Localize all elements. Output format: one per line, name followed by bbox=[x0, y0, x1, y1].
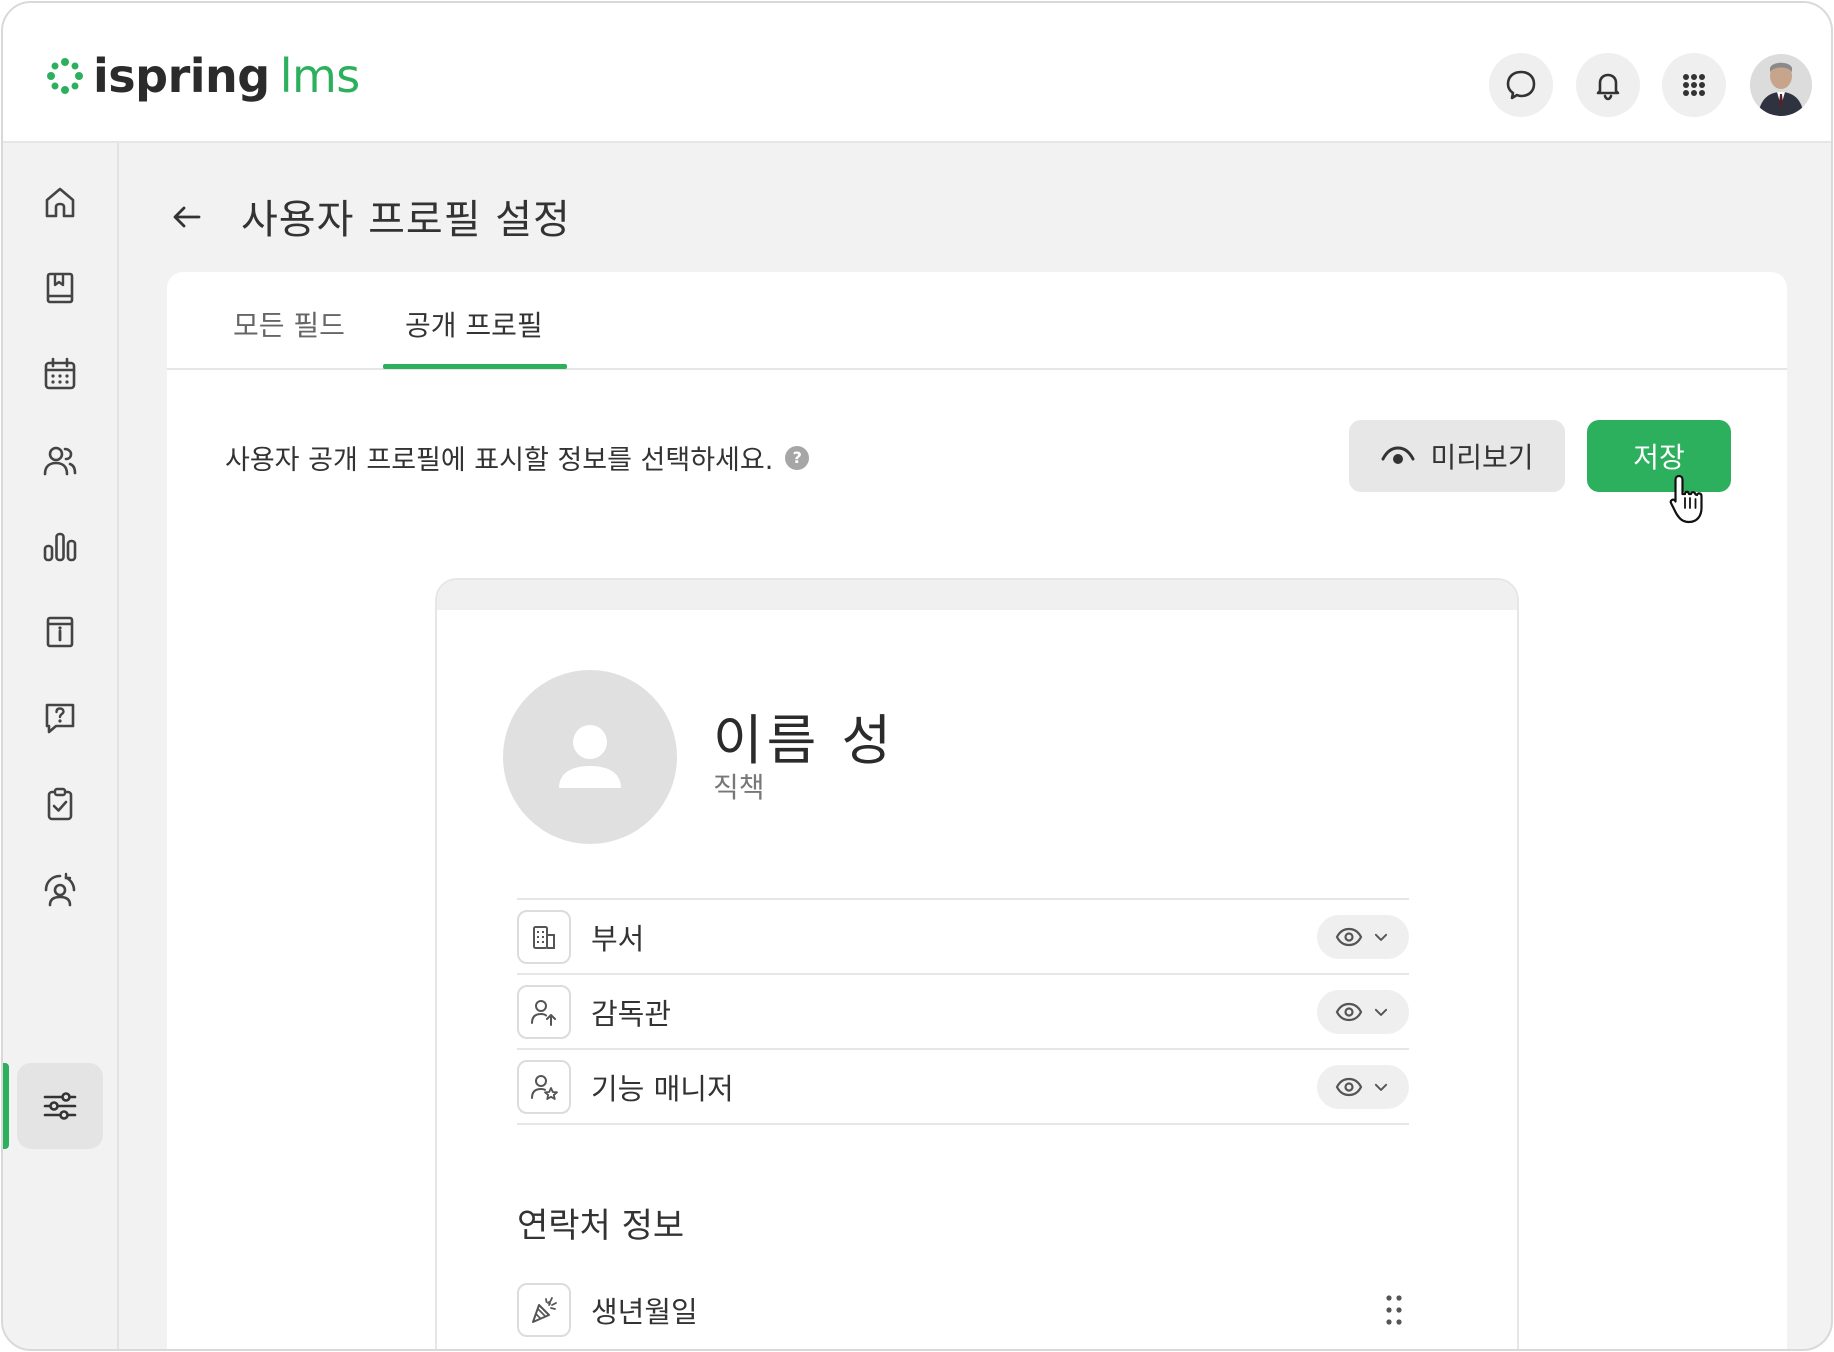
field-icon-box bbox=[517, 1283, 571, 1337]
active-indicator bbox=[3, 1063, 9, 1149]
field-row-birthday[interactable]: 생년월일 bbox=[517, 1282, 1409, 1338]
tab-all-fields[interactable]: 모든 필드 bbox=[233, 304, 345, 344]
save-button-label: 저장 bbox=[1633, 442, 1685, 473]
calendar-icon bbox=[44, 357, 76, 390]
bar-chart-icon bbox=[43, 532, 77, 562]
page-title: 사용자 프로필 설정 bbox=[241, 197, 571, 243]
field-icon-box bbox=[517, 909, 571, 964]
chat-icon bbox=[1506, 70, 1536, 100]
hand-cursor-icon bbox=[1669, 474, 1703, 524]
sidebar bbox=[3, 143, 119, 1349]
profile-preview-card: 이름 성 직책 부서 감독관 기능 매니저 연락처 정보 생년월일 bbox=[435, 578, 1519, 1349]
eye-icon bbox=[1335, 1077, 1363, 1097]
user-avatar[interactable] bbox=[1750, 54, 1812, 116]
clipboard-check-icon bbox=[47, 787, 73, 821]
help-icon[interactable]: ? bbox=[785, 445, 810, 470]
sidebar-item-faq[interactable] bbox=[17, 675, 103, 761]
field-label: 기능 매니저 bbox=[591, 1071, 734, 1106]
person-placeholder-icon bbox=[559, 725, 621, 788]
profile-role: 직책 bbox=[713, 771, 765, 804]
field-row-functional-manager: 기능 매니저 bbox=[517, 1050, 1409, 1125]
user-star-icon bbox=[531, 1074, 558, 1100]
chevron-down-icon bbox=[1374, 1083, 1388, 1091]
sidebar-item-tasks[interactable] bbox=[17, 761, 103, 847]
question-chat-icon bbox=[45, 703, 75, 734]
app-window: ispring lms 사용자 프로필 설정 모든 필드 공개 프로필 사용자 … bbox=[1, 1, 1833, 1351]
contact-section-title: 연락처 정보 bbox=[517, 1206, 685, 1246]
description-text: 사용자 공개 프로필에 표시할 정보를 선택하세요. bbox=[225, 445, 774, 476]
users-icon bbox=[43, 446, 77, 476]
tab-public-profile[interactable]: 공개 프로필 bbox=[405, 304, 543, 344]
sidebar-item-calendar[interactable] bbox=[17, 331, 103, 417]
preview-button-label: 미리보기 bbox=[1430, 442, 1534, 473]
book-icon bbox=[46, 272, 74, 304]
chevron-down-icon bbox=[1374, 933, 1388, 941]
apps-grid-icon bbox=[1683, 74, 1705, 96]
sidebar-item-courses[interactable] bbox=[17, 245, 103, 331]
tab-bar: 모든 필드 공개 프로필 bbox=[167, 272, 1787, 370]
logo-mark-icon bbox=[47, 58, 83, 94]
notifications-button[interactable] bbox=[1576, 53, 1640, 117]
field-label: 생년월일 bbox=[591, 1295, 698, 1329]
back-arrow-icon[interactable] bbox=[167, 197, 207, 237]
user-photo-icon bbox=[1750, 54, 1812, 116]
chevron-down-icon bbox=[1374, 1008, 1388, 1016]
visibility-dropdown[interactable] bbox=[1317, 915, 1409, 959]
logo-text-lms: lms bbox=[279, 49, 361, 103]
profile-name: 이름 성 bbox=[713, 709, 896, 772]
logo[interactable]: ispring lms bbox=[45, 49, 360, 103]
info-archive-icon bbox=[46, 616, 74, 648]
sidebar-item-settings[interactable] bbox=[17, 1063, 103, 1149]
apps-button[interactable] bbox=[1662, 53, 1726, 117]
profile-avatar bbox=[503, 670, 677, 844]
field-label: 감독관 bbox=[591, 996, 672, 1031]
field-label: 부서 bbox=[591, 921, 645, 956]
sidebar-item-people-management[interactable] bbox=[17, 847, 103, 933]
building-icon bbox=[533, 925, 555, 949]
party-icon bbox=[532, 1297, 557, 1323]
home-icon bbox=[45, 187, 75, 218]
eye-icon bbox=[1335, 927, 1363, 947]
preview-button[interactable]: 미리보기 bbox=[1349, 420, 1565, 492]
active-tab-underline bbox=[383, 364, 567, 369]
field-row-supervisor: 감독관 bbox=[517, 975, 1409, 1050]
bell-icon bbox=[1596, 73, 1620, 101]
field-icon-box bbox=[517, 984, 571, 1039]
profile-card-cover bbox=[437, 580, 1517, 610]
field-icon-box bbox=[517, 1059, 571, 1114]
top-header: ispring lms bbox=[3, 3, 1831, 143]
logo-text: ispring bbox=[93, 49, 270, 103]
eye-icon bbox=[1335, 1002, 1363, 1022]
sidebar-item-home[interactable] bbox=[17, 159, 103, 245]
visibility-dropdown[interactable] bbox=[1317, 1065, 1409, 1109]
eye-icon bbox=[1381, 446, 1415, 464]
sidebar-item-reports[interactable] bbox=[17, 503, 103, 589]
chat-button[interactable] bbox=[1489, 53, 1553, 117]
sidebar-item-info[interactable] bbox=[17, 589, 103, 675]
save-button[interactable]: 저장 bbox=[1587, 420, 1731, 492]
user-sync-icon bbox=[44, 872, 76, 907]
profile-fields-list: 부서 감독관 기능 매니저 bbox=[517, 898, 1409, 1125]
sidebar-item-users[interactable] bbox=[17, 417, 103, 503]
drag-handle-icon[interactable] bbox=[1383, 1292, 1405, 1328]
visibility-dropdown[interactable] bbox=[1317, 990, 1409, 1034]
settings-sliders-icon bbox=[43, 1092, 77, 1120]
description-row: 사용자 공개 프로필에 표시할 정보를 선택하세요. ? bbox=[225, 438, 810, 477]
field-row-department: 부서 bbox=[517, 900, 1409, 975]
settings-card: 모든 필드 공개 프로필 사용자 공개 프로필에 표시할 정보를 선택하세요. … bbox=[167, 272, 1787, 1349]
user-arrow-icon bbox=[531, 999, 556, 1026]
